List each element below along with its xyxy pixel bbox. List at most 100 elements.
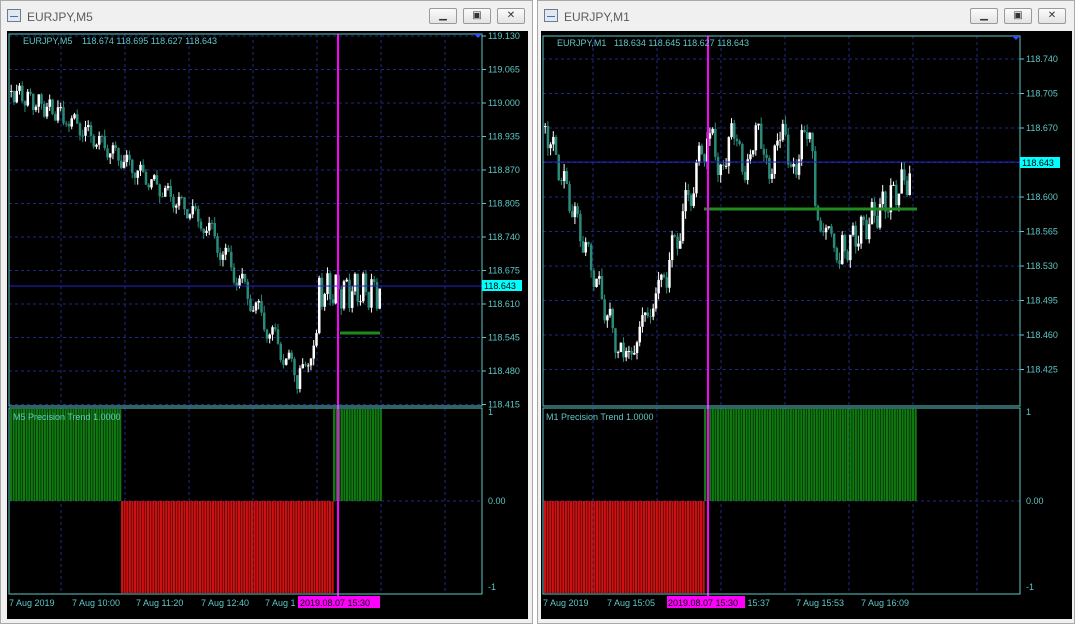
candle-body: [169, 186, 172, 197]
candle-body: [868, 224, 871, 240]
trend-bar: [230, 501, 233, 593]
candle-body: [859, 216, 863, 244]
candle-body: [805, 132, 809, 140]
candle-body: [15, 91, 18, 103]
candle-body: [676, 236, 679, 249]
trend-bar: [141, 501, 144, 593]
trend-bar: [232, 501, 235, 593]
trend-bar: [637, 501, 640, 593]
trend-bar: [90, 409, 93, 501]
price-tick-label: 118.935: [488, 132, 520, 142]
candle-body: [67, 123, 71, 127]
time-axis-label: 7 Aug 12:40: [201, 598, 249, 608]
trend-bar: [658, 501, 661, 593]
close-button[interactable]: ✕: [1038, 8, 1066, 24]
candle-body: [307, 365, 310, 367]
maximize-button[interactable]: ▣: [1004, 8, 1032, 24]
trend-bar: [771, 409, 774, 501]
candle-body: [304, 364, 307, 366]
close-button[interactable]: ✕: [497, 8, 525, 24]
trend-bar: [852, 409, 855, 501]
current-price-tag: 118.643: [1020, 157, 1060, 168]
trend-bar: [577, 501, 580, 593]
candle-body: [183, 197, 186, 210]
maximize-button[interactable]: ▣: [463, 8, 491, 24]
trend-bar: [912, 409, 915, 501]
trend-bar: [596, 501, 599, 593]
trend-bar: [343, 409, 346, 501]
candle-body: [81, 135, 84, 137]
trend-bar: [860, 409, 863, 501]
window-titlebar[interactable]: EURJPY,M5 ▁ ▣ ✕: [1, 1, 532, 31]
time-axis-label: 7 Aug 15:05: [607, 598, 655, 608]
trend-bar: [167, 501, 170, 593]
time-axis-label: 7 Aug 2019: [543, 598, 589, 608]
trend-bar: [800, 409, 803, 501]
indicator-tick-label: 0.00: [1026, 496, 1044, 506]
price-tick-label: 118.545: [488, 333, 520, 343]
chart-canvas[interactable]: EURJPY,M1 118.634 118.645 118.627 118.64…: [541, 31, 1072, 619]
trend-bar: [121, 501, 124, 593]
trend-bar: [279, 501, 282, 593]
price-tick-label: 118.740: [1026, 54, 1058, 64]
price-tick-label: 118.530: [1026, 261, 1058, 271]
chart-area[interactable]: EURJPY,M5 118.674 118.695 118.627 118.64…: [7, 31, 528, 619]
chart-window-m1[interactable]: EURJPY,M1 ▁ ▣ ✕ EURJPY,M1 118.634 118.64…: [537, 0, 1075, 624]
candle-body: [751, 150, 755, 155]
chart-window-m5[interactable]: EURJPY,M5 ▁ ▣ ✕ EURJPY,M5 118.674 118.69…: [0, 0, 533, 624]
trend-bar: [103, 409, 106, 501]
candle-body: [186, 209, 189, 219]
candle-body: [784, 123, 787, 135]
trend-bar: [627, 501, 630, 593]
chart-canvas[interactable]: EURJPY,M5 118.674 118.695 118.627 118.64…: [7, 31, 528, 619]
candle-body: [213, 223, 216, 237]
trend-bar: [248, 501, 251, 593]
trend-bar: [702, 501, 705, 593]
candle-body: [59, 107, 62, 109]
trend-bar: [251, 501, 254, 593]
candle-body: [378, 288, 381, 309]
trend-bar: [204, 501, 207, 593]
trend-bar: [891, 409, 894, 501]
trend-bar: [572, 501, 575, 593]
trend-bar: [33, 409, 36, 501]
trend-bar: [329, 501, 332, 593]
trend-bar: [88, 409, 91, 501]
trend-bar: [80, 409, 83, 501]
trend-bar: [271, 501, 274, 593]
trend-bar: [873, 409, 876, 501]
minimize-button[interactable]: ▁: [970, 8, 998, 24]
trend-bar: [316, 501, 319, 593]
trend-bar: [235, 501, 238, 593]
trend-bar: [51, 409, 54, 501]
candle-body: [562, 171, 566, 181]
trend-bar: [256, 501, 259, 593]
price-tick-label: 118.675: [488, 266, 520, 276]
trend-bar: [681, 501, 684, 593]
trend-bar: [614, 501, 617, 593]
time-axis-label: 7 Aug 2019: [9, 598, 55, 608]
candle-body: [803, 130, 806, 133]
candle-body: [773, 145, 776, 174]
minimize-button[interactable]: ▁: [429, 8, 457, 24]
trend-bar: [622, 501, 625, 593]
window-titlebar[interactable]: EURJPY,M1 ▁ ▣ ✕: [538, 1, 1074, 31]
candle-body: [697, 145, 701, 163]
scroll-marker-icon: [474, 34, 482, 38]
candle-body: [238, 278, 241, 286]
trend-bar: [160, 501, 163, 593]
candle-body: [246, 281, 249, 299]
trend-bar: [645, 501, 648, 593]
candle-body: [832, 233, 836, 248]
candle-body: [630, 350, 633, 355]
trend-bar: [601, 501, 604, 593]
candle-body: [673, 235, 677, 237]
candle-body: [175, 205, 178, 208]
trend-bar: [717, 409, 720, 501]
candle-body: [789, 164, 793, 167]
candle-body: [684, 190, 687, 212]
chart-area[interactable]: EURJPY,M1 118.634 118.645 118.627 118.64…: [541, 31, 1072, 619]
trend-bar: [245, 501, 248, 593]
trend-bar: [23, 409, 26, 501]
candle-body: [881, 191, 884, 205]
